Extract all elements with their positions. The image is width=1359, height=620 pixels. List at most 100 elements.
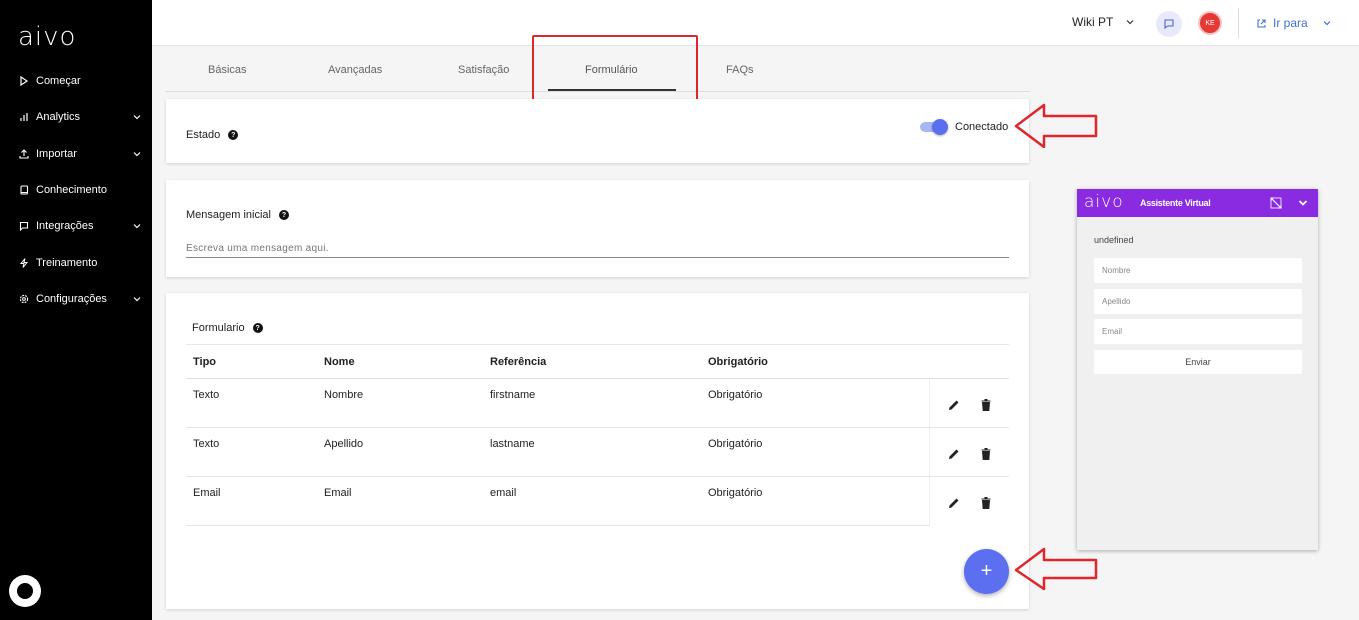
delete-icon[interactable] — [978, 397, 994, 413]
tab-faqs[interactable]: FAQs — [726, 64, 754, 76]
mensagem-label-group: Mensagem inicial ? — [186, 209, 289, 221]
formulario-label-group: Formulario ? — [192, 322, 263, 334]
cell-nome: Nombre — [317, 378, 483, 428]
widget-logo: aivo — [1084, 192, 1124, 212]
help-icon[interactable]: ? — [252, 323, 263, 333]
estado-label-group: Estado ? — [186, 129, 239, 141]
play-icon — [18, 75, 30, 87]
chevron-down-icon — [133, 224, 141, 229]
sidebar-item-importar[interactable]: Importar — [18, 144, 142, 164]
sidebar-item-conhecimento[interactable]: Conhecimento — [18, 180, 142, 200]
expand-icon[interactable] — [1269, 196, 1283, 210]
external-link-icon — [1257, 18, 1266, 28]
sidebar-item-label: Analytics — [36, 111, 81, 123]
row-actions — [928, 476, 1009, 526]
cell-tipo: Texto — [186, 427, 317, 477]
sidebar-item-label: Começar — [36, 75, 81, 87]
formulario-label: Formulario — [192, 322, 245, 334]
bolt-icon — [18, 257, 30, 269]
cell-referencia: firstname — [483, 378, 701, 428]
chevron-down-icon — [133, 115, 141, 120]
cell-nome: Apellido — [317, 427, 483, 477]
chat-bubble-icon — [18, 220, 30, 232]
cell-obrigatorio: Obrigatório — [701, 378, 929, 428]
cell-referencia: email — [483, 476, 701, 526]
column-header-actions — [929, 344, 1009, 379]
chevron-down-icon — [133, 152, 141, 157]
avatar[interactable]: KE — [1198, 11, 1222, 35]
table-row: Texto Nombre firstname Obrigatório — [186, 378, 1009, 428]
book-icon — [18, 184, 30, 196]
widget-message: undefined — [1094, 235, 1134, 245]
widget-field-nombre[interactable] — [1094, 258, 1302, 283]
sidebar-item-label: Importar — [36, 148, 77, 160]
aivo-logo: aivo — [18, 22, 77, 52]
widget-field-apellido[interactable] — [1094, 289, 1302, 314]
column-header-tipo: Tipo — [186, 344, 317, 379]
sidebar-item-label: Configurações — [36, 293, 107, 305]
edit-icon[interactable] — [946, 397, 962, 413]
goto-label: Ir para — [1273, 16, 1308, 30]
annotation-arrow-icon — [1014, 103, 1098, 148]
edit-icon[interactable] — [946, 495, 962, 511]
initial-message-input[interactable] — [186, 240, 1009, 258]
column-header-referencia: Referência — [483, 344, 701, 379]
top-bar: Wiki PT KE Ir para — [152, 0, 1359, 46]
bot-selector-label: Wiki PT — [1072, 15, 1114, 29]
sidebar-item-label: Conhecimento — [36, 184, 107, 196]
column-header-obrigatorio: Obrigatório — [701, 344, 929, 379]
form-fields-table: Tipo Nome Referência Obrigatório Texto N… — [186, 344, 1009, 526]
sidebar-item-comecar[interactable]: Começar — [18, 71, 142, 91]
delete-icon[interactable] — [978, 495, 994, 511]
divider — [1238, 8, 1239, 38]
tab-basicas[interactable]: Básicas — [208, 64, 247, 76]
help-icon[interactable]: ? — [228, 130, 239, 140]
widget-header: aivo Assistente Virtual — [1077, 189, 1318, 217]
sidebar-item-analytics[interactable]: Analytics — [18, 107, 142, 127]
cell-tipo: Texto — [186, 378, 317, 428]
cell-tipo: Email — [186, 476, 317, 526]
sidebar-item-label: Integrações — [36, 220, 94, 232]
bot-selector[interactable]: Wiki PT — [1072, 15, 1135, 29]
chevron-down-icon — [1323, 21, 1331, 26]
widget-title: Assistente Virtual — [1140, 198, 1211, 208]
widget-field-email[interactable] — [1094, 319, 1302, 344]
tab-avancadas[interactable]: Avançadas — [328, 64, 382, 76]
sidebar-item-integracoes[interactable]: Integrações — [18, 216, 142, 236]
estado-label: Estado — [186, 129, 221, 141]
cell-obrigatorio: Obrigatório — [701, 427, 929, 477]
mensagem-label: Mensagem inicial — [186, 209, 271, 221]
tab-satisfacao[interactable]: Satisfação — [458, 64, 509, 76]
chevron-down-icon[interactable] — [1298, 198, 1308, 208]
toggle-label: Conectado — [955, 121, 1009, 133]
cell-nome: Email — [317, 476, 483, 526]
bot-icon — [17, 583, 33, 599]
messages-button[interactable] — [1156, 11, 1182, 37]
formulario-card: Formulario ? Tipo Nome Referência Obriga… — [166, 293, 1029, 609]
sidebar-item-treinamento[interactable]: Treinamento — [18, 253, 142, 273]
gear-icon — [18, 293, 30, 305]
upload-icon — [18, 148, 30, 160]
help-icon[interactable]: ? — [278, 210, 289, 220]
cell-referencia: lastname — [483, 427, 701, 477]
column-header-nome: Nome — [317, 344, 483, 379]
edit-icon[interactable] — [946, 446, 962, 462]
support-chat-button[interactable] — [9, 575, 41, 607]
delete-icon[interactable] — [978, 446, 994, 462]
sidebar-item-configuracoes[interactable]: Configurações — [18, 289, 142, 309]
annotation-highlight-box — [532, 35, 698, 103]
estado-card: Estado ? Conectado — [166, 99, 1029, 163]
table-header-row: Tipo Nome Referência Obrigatório — [186, 344, 1009, 379]
goto-menu[interactable]: Ir para — [1256, 16, 1332, 30]
connection-toggle[interactable] — [920, 119, 948, 135]
toggle-knob — [932, 119, 948, 135]
chat-bubble-icon — [1164, 19, 1174, 30]
table-row: Email Email email Obrigatório — [186, 476, 1009, 526]
row-actions — [928, 378, 1009, 428]
add-field-button[interactable]: + — [964, 549, 1009, 594]
chevron-down-icon — [1126, 20, 1134, 25]
sidebar: aivo Começar Analytics Importar Conhecim… — [0, 0, 152, 620]
table-row: Texto Apellido lastname Obrigatório — [186, 427, 1009, 477]
chevron-down-icon — [133, 297, 141, 302]
widget-send-button[interactable]: Enviar — [1094, 350, 1302, 374]
